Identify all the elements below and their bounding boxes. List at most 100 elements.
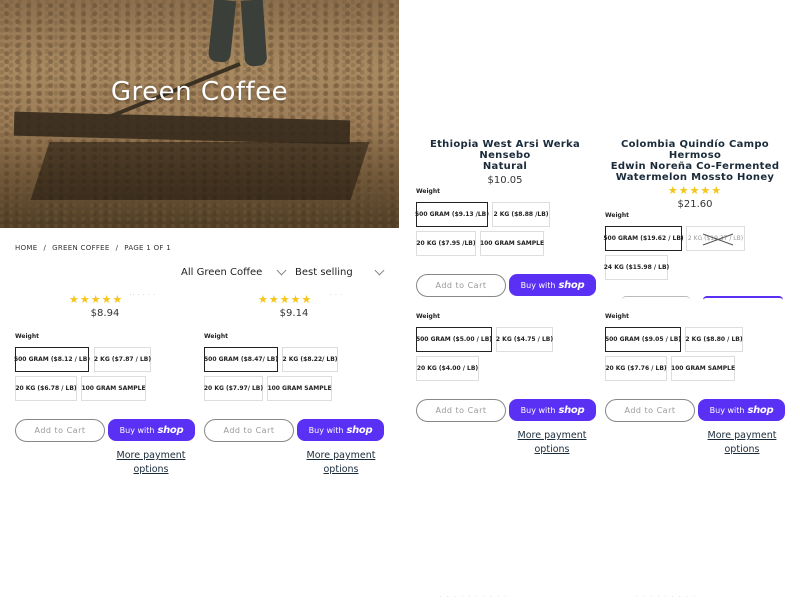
more-payment-line: More payment	[517, 430, 587, 441]
shop-pay-logo: shop	[157, 424, 184, 436]
buy-with-shop-button[interactable]: Buy with shop	[297, 419, 384, 441]
product-card: Ethiopia West Arsi Werka Nensebo Natural…	[415, 139, 595, 186]
breadcrumb-collection-link[interactable]: GREEN COFFEE	[52, 244, 110, 252]
variant-option-20kg[interactable]: 20 KG ($7.97/ LB)	[204, 376, 263, 401]
more-payment-line: More payment	[707, 430, 777, 441]
weight-label: Weight	[605, 212, 629, 219]
variant-option-500g[interactable]: 500 GRAM ($5.00 / LB)	[416, 327, 492, 352]
weight-label: Weight	[204, 333, 228, 340]
hero-worker-leg	[240, 0, 268, 67]
buy-with-label: Buy with	[520, 280, 556, 290]
add-to-cart-button[interactable]: Add to Cart	[15, 419, 105, 442]
add-to-cart-button[interactable]: Add to Cart	[416, 274, 506, 297]
breadcrumb: HOME / GREEN COFFEE / PAGE 1 OF 1	[15, 244, 171, 252]
product-title-line: Natural	[482, 161, 528, 172]
more-payment-options-link[interactable]: More payment options	[487, 429, 617, 457]
variant-option-2kg[interactable]: 2 KG ($7.87 / LB)	[94, 347, 151, 372]
breadcrumb-separator: /	[43, 244, 47, 252]
add-to-cart-button[interactable]: Add to Cart	[605, 399, 695, 422]
collection-filter-select[interactable]: All Green Coffee	[181, 265, 287, 278]
sort-value: Best selling	[295, 267, 353, 278]
weight-label: Weight	[416, 188, 440, 195]
product-title-line: Ethiopia West Arsi Werka Nensebo	[429, 139, 581, 161]
buy-with-label: Buy with	[520, 405, 556, 415]
variant-option-sample[interactable]: 100 GRAM SAMPLE	[81, 376, 146, 401]
hero-rake-shadow	[30, 142, 370, 200]
next-row-title-cutoff: · · · · · · · · · ·	[440, 594, 509, 600]
breadcrumb-separator: /	[115, 244, 119, 252]
buy-with-shop-button[interactable]: Buy with shop	[509, 399, 596, 421]
collection-hero-image: Green Coffee	[0, 0, 399, 228]
buy-with-label: Buy with	[308, 425, 344, 435]
more-payment-line: More payment	[116, 450, 186, 461]
more-payment-line: options	[133, 464, 169, 475]
partial-review-count: ·· · · · ·	[130, 292, 156, 298]
shop-pay-logo: shop	[558, 404, 585, 416]
variant-option-500g[interactable]: 500 GRAM ($19.62 / LB)	[603, 226, 684, 251]
hero-worker-legs	[205, 0, 275, 70]
weight-label: Weight	[416, 313, 440, 320]
variant-option-2kg[interactable]: 2 KG ($4.75 / LB)	[496, 327, 553, 352]
product-title[interactable]: Ethiopia West Arsi Werka Nensebo Natural	[415, 139, 595, 172]
next-row-title-cutoff: · · · · · · · · ·	[636, 594, 698, 600]
variant-option-sample[interactable]: 100 GRAM SAMPLE	[671, 356, 735, 381]
variant-option-sample[interactable]: 100 GRAM SAMPLE	[480, 231, 544, 256]
buy-with-shop-button[interactable]: Buy with shop	[108, 419, 195, 441]
product-price: $21.60	[677, 199, 713, 210]
more-payment-options-link[interactable]: More payment options	[276, 449, 406, 477]
collection-filter-value: All Green Coffee	[181, 267, 263, 278]
variant-option-2kg[interactable]: 2 KG ($8.22/ LB)	[282, 347, 338, 372]
product-title-line: Edwin Noreña Co-Fermented	[610, 161, 780, 172]
hero-worker-leg	[207, 0, 237, 63]
variant-option-20kg[interactable]: 20 KG ($6.78 / LB)	[15, 376, 77, 401]
buy-with-shop-button[interactable]: Buy with shop	[698, 399, 785, 421]
more-payment-options-link[interactable]: More payment options	[677, 429, 800, 457]
rating-stars: ★★★★★	[667, 184, 723, 197]
more-payment-options-link[interactable]: More payment options	[86, 449, 216, 477]
sort-select[interactable]: Best selling	[295, 265, 385, 278]
product-card: ★★★★★ $9.14	[204, 294, 384, 319]
buy-with-label: Buy with	[119, 425, 155, 435]
variant-option-500g[interactable]: 500 GRAM ($9.05 / LB)	[605, 327, 681, 352]
breadcrumb-home-link[interactable]: HOME	[15, 244, 37, 252]
add-to-cart-button-cutoff[interactable]	[622, 296, 690, 300]
product-title[interactable]: Colombia Quindío Campo Hermoso Edwin Nor…	[605, 139, 785, 183]
weight-label: Weight	[605, 313, 629, 320]
more-payment-line: options	[724, 444, 760, 455]
product-price: $10.05	[487, 175, 523, 186]
variant-option-2kg-soldout[interactable]: 2 KG ($19.37 / LB)	[686, 226, 745, 251]
product-card: ★★★★★ $8.94	[15, 294, 195, 319]
more-payment-line: options	[534, 444, 570, 455]
chevron-down-icon	[276, 265, 287, 276]
more-payment-line: options	[323, 464, 359, 475]
add-to-cart-button[interactable]: Add to Cart	[416, 399, 506, 422]
product-card: Colombia Quindío Campo Hermoso Edwin Nor…	[605, 139, 785, 210]
variant-option-20kg[interactable]: 20 KG ($4.00 / LB)	[416, 356, 479, 381]
buy-with-shop-button-cutoff[interactable]	[703, 296, 783, 300]
variant-option-sample[interactable]: 100 GRAM SAMPLE	[267, 376, 332, 401]
variant-option-24kg[interactable]: 24 KG ($15.98 / LB)	[604, 255, 669, 280]
variant-option-20kg[interactable]: 20 KG ($7.76 / LB)	[605, 356, 667, 381]
variant-option-500g[interactable]: 500 GRAM ($8.47/ LB)	[204, 347, 278, 372]
rating-stars: ★★★★★	[258, 293, 313, 306]
collection-title: Green Coffee	[110, 77, 289, 107]
product-title-line: Colombia Quindío Campo Hermoso	[621, 139, 769, 161]
hero-rake	[13, 111, 351, 145]
partial-review-count: · · ·	[330, 292, 343, 298]
weight-label: Weight	[15, 333, 39, 340]
rating-stars: ★★★★★	[69, 293, 124, 306]
add-to-cart-button[interactable]: Add to Cart	[204, 419, 294, 442]
variant-option-2kg[interactable]: 2 KG ($8.80 / LB)	[685, 327, 743, 352]
product-price: $9.14	[279, 308, 309, 319]
buy-with-label: Buy with	[709, 405, 745, 415]
shop-pay-logo: shop	[558, 279, 585, 291]
variant-option-500g[interactable]: 500 GRAM ($9.13 /LB)	[415, 202, 489, 227]
breadcrumb-page-indicator: PAGE 1 OF 1	[124, 244, 171, 252]
variant-option-20kg[interactable]: 20 KG ($7.95 /LB)	[416, 231, 476, 256]
variant-option-500g[interactable]: 500 GRAM ($8.12 / LB)	[14, 347, 90, 372]
product-title-line: Watermelon Mossto Honey	[615, 172, 775, 183]
buy-with-shop-button[interactable]: Buy with shop	[509, 274, 596, 296]
variant-option-2kg[interactable]: 2 KG ($8.88 /LB)	[492, 202, 550, 227]
chevron-down-icon	[374, 265, 385, 276]
shop-pay-logo: shop	[747, 404, 774, 416]
